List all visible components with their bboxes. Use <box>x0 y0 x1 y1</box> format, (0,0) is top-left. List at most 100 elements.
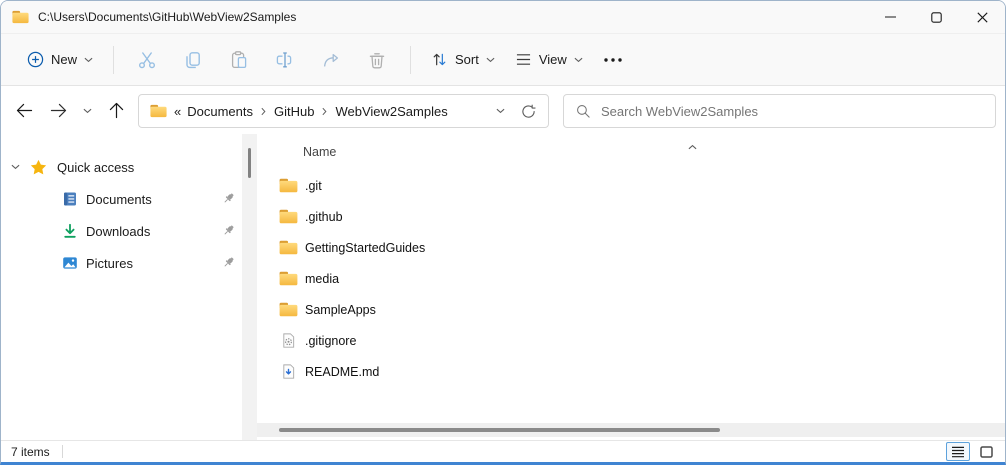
refresh-button[interactable] <box>521 104 536 119</box>
search-icon <box>577 105 590 118</box>
sidebar-scrollbar-thumb[interactable] <box>248 148 251 178</box>
horizontal-scrollbar-thumb[interactable] <box>279 428 720 432</box>
sort-ascending-icon <box>688 137 697 155</box>
chevron-down-icon <box>496 108 505 114</box>
chevron-down-icon <box>84 57 93 63</box>
sort-button-label: Sort <box>455 52 479 67</box>
column-header-name[interactable]: Name <box>303 145 336 159</box>
search-box[interactable] <box>563 94 996 128</box>
new-button[interactable]: New <box>17 42 103 78</box>
folder-icon <box>12 10 29 24</box>
file-row-sampleapps[interactable]: SampleApps <box>261 294 999 325</box>
minimize-icon <box>884 16 896 18</box>
file-explorer-window: C:\Users\Documents\GitHub\WebView2Sample… <box>0 0 1006 465</box>
breadcrumb-segment-github[interactable]: GitHub <box>271 104 317 119</box>
recent-locations-button[interactable] <box>75 94 99 128</box>
see-more-button[interactable] <box>593 42 633 78</box>
sidebar-scrollbar[interactable] <box>242 134 257 444</box>
file-row-github[interactable]: .github <box>261 201 999 232</box>
toolbar-separator <box>410 45 412 74</box>
item-count: 7 items <box>11 444 50 459</box>
file-row-media[interactable]: media <box>261 263 999 294</box>
sidebar-item-downloads[interactable]: Downloads <box>1 215 242 247</box>
details-view-toggle[interactable] <box>946 442 970 461</box>
horizontal-scrollbar[interactable] <box>257 423 1005 437</box>
file-name: media <box>305 271 340 286</box>
forward-arrow-icon <box>50 103 66 118</box>
folder-icon <box>150 104 167 118</box>
pictures-icon <box>63 257 77 269</box>
sort-button[interactable]: Sort <box>421 42 505 78</box>
breadcrumb-separator-icon <box>256 107 271 116</box>
sidebar-item-label: Documents <box>86 191 152 207</box>
chevron-down-icon <box>574 57 583 63</box>
close-button[interactable] <box>959 1 1005 33</box>
pin-icon[interactable] <box>221 191 236 211</box>
markdown-file-icon <box>279 364 298 379</box>
chevron-down-icon <box>83 108 92 114</box>
sidebar-item-label: Downloads <box>86 223 151 239</box>
back-button[interactable] <box>7 94 41 128</box>
search-input[interactable] <box>601 103 983 119</box>
file-name: .github <box>305 209 343 224</box>
navigation-pane: Quick access Documents Downloads Picture… <box>1 134 242 444</box>
file-row-gettingstartedguides[interactable]: GettingStartedGuides <box>261 232 999 263</box>
forward-button[interactable] <box>41 94 75 128</box>
file-row-git[interactable]: .git <box>261 170 999 201</box>
copy-icon <box>186 51 200 68</box>
rename-button[interactable] <box>262 42 308 78</box>
large-icons-view-toggle[interactable] <box>974 442 998 461</box>
view-button[interactable]: View <box>505 42 593 78</box>
up-arrow-icon <box>109 102 123 119</box>
sidebar-item-quick-access[interactable]: Quick access <box>1 151 242 183</box>
command-toolbar: New Sort View <box>1 33 1005 86</box>
ellipsis-icon <box>604 57 622 62</box>
folder-icon <box>279 302 298 317</box>
chevron-down-icon <box>486 57 495 63</box>
plus-circle-icon <box>27 51 44 68</box>
sidebar-item-pictures[interactable]: Pictures <box>1 247 242 279</box>
cut-icon <box>139 51 156 68</box>
share-icon <box>323 53 339 66</box>
file-row-readme[interactable]: README.md <box>261 356 999 387</box>
share-button[interactable] <box>308 42 354 78</box>
maximize-button[interactable] <box>913 1 959 33</box>
file-name: .gitignore <box>305 333 357 348</box>
view-icon <box>516 54 530 65</box>
config-file-icon <box>279 333 298 348</box>
breadcrumb-segment-documents[interactable]: Documents <box>184 104 256 119</box>
rename-icon <box>276 51 292 67</box>
trash-icon <box>369 52 385 68</box>
maximize-icon <box>930 11 942 23</box>
window-title: C:\Users\Documents\GitHub\WebView2Sample… <box>38 10 297 24</box>
back-arrow-icon <box>16 103 32 118</box>
pin-icon[interactable] <box>221 223 236 243</box>
up-button[interactable] <box>99 94 133 128</box>
breadcrumb-segment-webview2samples[interactable]: WebView2Samples <box>332 104 450 119</box>
minimize-button[interactable] <box>867 1 913 33</box>
folder-icon <box>279 240 298 255</box>
address-dropdown-button[interactable] <box>496 108 505 114</box>
sidebar-item-documents[interactable]: Documents <box>1 183 242 215</box>
file-name: GettingStartedGuides <box>305 240 426 255</box>
delete-button[interactable] <box>354 42 400 78</box>
paste-button[interactable] <box>216 42 262 78</box>
file-list: Name .git .github GettingStartedGuides m… <box>257 134 1005 444</box>
file-name: README.md <box>305 364 380 379</box>
paste-icon <box>231 50 247 68</box>
pin-icon[interactable] <box>221 255 236 275</box>
large-icons-view-icon <box>979 445 993 458</box>
toolbar-separator <box>113 45 115 74</box>
expand-chevron-icon[interactable] <box>11 164 20 170</box>
title-bar[interactable]: C:\Users\Documents\GitHub\WebView2Sample… <box>1 1 1005 33</box>
breadcrumb-overflow[interactable]: « <box>171 104 184 119</box>
refresh-icon <box>522 104 536 118</box>
file-row-gitignore[interactable]: .gitignore <box>261 325 999 356</box>
copy-button[interactable] <box>170 42 216 78</box>
file-name: SampleApps <box>305 302 376 317</box>
details-view-icon <box>952 446 964 457</box>
cut-button[interactable] <box>124 42 170 78</box>
view-button-label: View <box>538 52 567 67</box>
address-bar[interactable]: « Documents GitHub WebView2Samples <box>138 94 549 128</box>
folder-icon <box>279 271 298 286</box>
